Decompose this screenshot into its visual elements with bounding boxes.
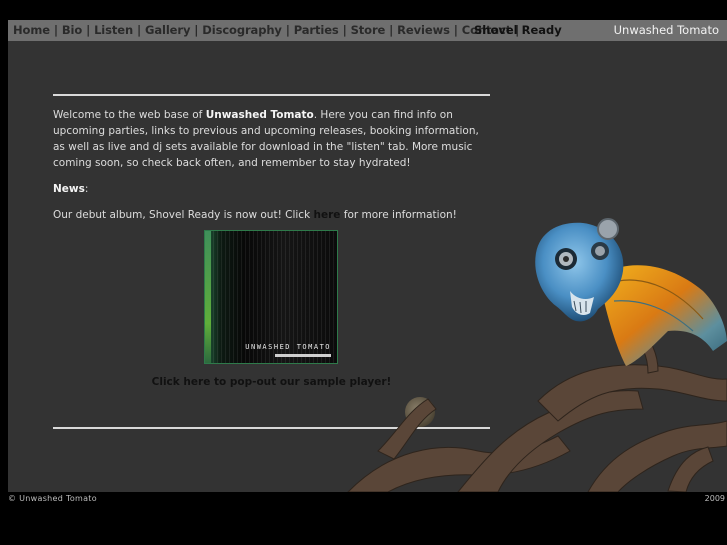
news-text-before: Our debut album, Shovel Ready is now out… — [53, 209, 314, 221]
top-divider — [53, 94, 490, 96]
nav-separator: | — [285, 23, 290, 37]
nav-home-link[interactable]: Home — [13, 23, 50, 37]
cover-green-edge — [205, 231, 211, 363]
nav-store-link[interactable]: Store — [351, 23, 386, 37]
nav-discography-link[interactable]: Discography — [202, 23, 282, 37]
nav-bio-link[interactable]: Bio — [62, 23, 82, 37]
nav-separator: | — [342, 23, 347, 37]
news-colon: : — [84, 183, 89, 195]
nav-separator: | — [136, 23, 142, 37]
nav-separator: | — [53, 23, 58, 37]
copyright-text: © Unwashed Tomato — [8, 494, 97, 503]
copyright-year: 2009 — [704, 494, 725, 503]
intro-brand-name: Unwashed Tomato — [205, 109, 314, 121]
news-label: News — [53, 183, 85, 195]
nav-separator: | — [453, 23, 458, 37]
nav-separator: | — [194, 23, 199, 37]
intro-text-before: Welcome to the web base of — [53, 109, 206, 121]
album-title: Shovel Ready — [474, 23, 562, 37]
nav-separator: | — [86, 23, 91, 37]
nav-links: Home | Bio | Listen | Gallery | Discogra… — [13, 23, 519, 37]
nav-separator: | — [389, 23, 394, 37]
nav-parties-link[interactable]: Parties — [294, 23, 339, 37]
skull-bird-artwork — [347, 218, 727, 492]
site-brand: Unwashed Tomato — [613, 23, 719, 37]
footer-bar — [0, 492, 727, 545]
nav-reviews-link[interactable]: Reviews — [397, 23, 450, 37]
main-content-area: Welcome to the web base of Unwashed Toma… — [8, 41, 727, 492]
nav-gallery-link[interactable]: Gallery — [145, 23, 190, 37]
left-border — [0, 20, 8, 492]
branches — [347, 325, 727, 492]
top-bar — [0, 0, 727, 20]
navigation-bar: Home | Bio | Listen | Gallery | Discogra… — [8, 20, 727, 41]
nav-listen-link[interactable]: Listen — [94, 23, 133, 37]
